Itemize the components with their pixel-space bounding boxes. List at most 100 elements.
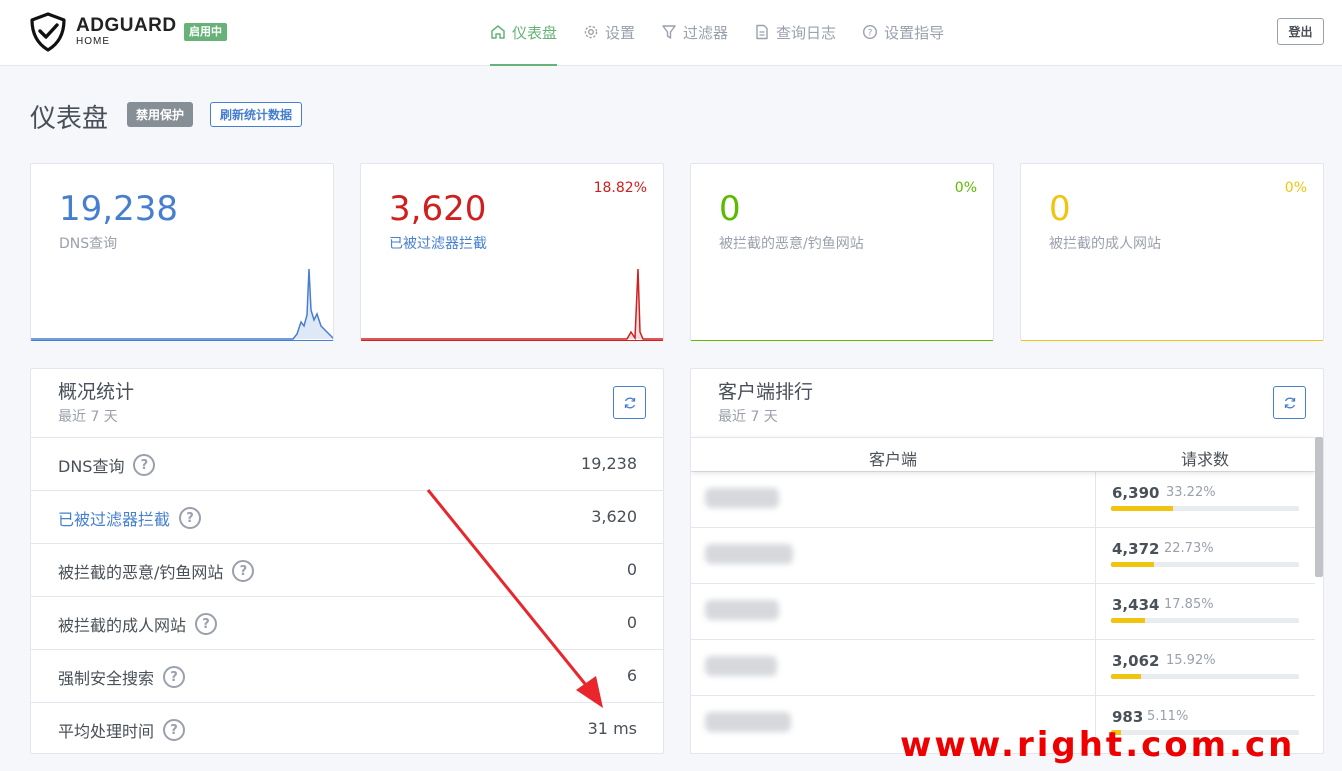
help-icon[interactable]: ? — [179, 507, 202, 529]
top-clients-panel: 客户端排行 最近 7 天 6,390 33.22% 4,372 22.73% 3… — [690, 368, 1324, 754]
client-name-redacted — [705, 600, 779, 620]
row-label-text: 强制安全搜索 — [58, 669, 155, 688]
overview-refresh-button[interactable] — [613, 386, 646, 419]
stat-label: 被拦截的恶意/钓鱼网站 — [719, 236, 864, 252]
nav-dashboard-label: 仪表盘 — [512, 23, 558, 42]
overview-row-dns-queries: DNS查询? 19,238 — [31, 437, 663, 490]
client-request-count: 3,062 — [1112, 652, 1160, 670]
row-value: 19,238 — [581, 454, 637, 473]
stat-card-adult-sites: 0 被拦截的成人网站 0% — [1020, 163, 1324, 341]
main-nav: 仪表盘 设置 过滤器 查询日志 ? 设置指导 — [490, 0, 970, 66]
dns-queries-sparkline — [31, 268, 333, 340]
row-label-text: 平均处理时间 — [58, 722, 155, 741]
nav-query-log-label: 查询日志 — [776, 23, 837, 42]
client-request-count: 4,372 — [1112, 540, 1160, 558]
stat-value: 19,238 — [59, 189, 178, 229]
client-share-bar — [1111, 618, 1299, 623]
column-header-requests: 请求数 — [1181, 450, 1230, 469]
client-row[interactable]: 3,434 17.85% — [691, 583, 1315, 639]
client-share-bar — [1111, 674, 1299, 679]
client-request-percent: 17.85% — [1164, 597, 1214, 612]
blocked-filters-sparkline — [361, 268, 663, 340]
brand-name: ADGUARD — [76, 15, 177, 36]
top-header: ADGUARD HOME 启用中 仪表盘 设置 过滤器 查询日志 ? 设置指导 … — [0, 0, 1342, 66]
gear-icon — [584, 25, 598, 39]
watermark: www.right.com.cn — [900, 725, 1296, 765]
logout-button[interactable]: 登出 — [1277, 18, 1324, 45]
client-name-redacted — [705, 488, 779, 508]
stat-label: 已被过滤器拦截 — [389, 236, 487, 252]
column-divider — [1095, 437, 1096, 753]
row-value: 3,620 — [591, 507, 637, 526]
help-icon[interactable]: ? — [163, 719, 186, 741]
stat-card-malware-phishing: 0 被拦截的恶意/钓鱼网站 0% — [690, 163, 994, 341]
row-value: 0 — [626, 613, 637, 632]
overview-row-safe-search: 强制安全搜索? 6 — [31, 649, 663, 702]
help-icon[interactable]: ? — [195, 613, 218, 635]
client-request-percent: 22.73% — [1164, 541, 1214, 556]
nav-dashboard[interactable]: 仪表盘 — [490, 0, 558, 66]
panel-title: 客户端排行 — [718, 381, 814, 403]
stat-value: 0 — [1049, 189, 1071, 229]
nav-filters[interactable]: 过滤器 — [661, 0, 728, 66]
overview-stats-panel: 概况统计 最近 7 天 DNS查询? 19,238 已被过滤器拦截? 3,620… — [30, 368, 664, 754]
filter-icon — [662, 25, 676, 39]
row-label-text[interactable]: 已被过滤器拦截 — [58, 506, 170, 530]
clients-refresh-button[interactable] — [1273, 386, 1306, 419]
document-icon — [756, 24, 768, 40]
refresh-stats-button[interactable]: 刷新统计数据 — [210, 102, 303, 127]
brand-sub: HOME — [76, 36, 110, 47]
row-label-text: 被拦截的成人网站 — [58, 616, 187, 635]
nav-setup-guide[interactable]: ? 设置指导 — [862, 0, 944, 66]
row-label-text: DNS查询 — [58, 457, 125, 476]
svg-text:?: ? — [868, 29, 873, 39]
row-value: 6 — [626, 666, 637, 685]
help-icon[interactable]: ? — [232, 560, 255, 582]
column-header-client: 客户端 — [869, 450, 918, 469]
stat-label: DNS查询 — [59, 236, 118, 252]
nav-settings-label: 设置 — [605, 23, 636, 42]
row-label: 平均处理时间? — [58, 718, 186, 742]
row-label: 被拦截的成人网站? — [58, 612, 218, 636]
row-value: 31 ms — [587, 719, 637, 738]
client-request-percent: 15.92% — [1166, 653, 1216, 668]
panel-subtitle: 最近 7 天 — [58, 409, 118, 425]
help-icon[interactable]: ? — [163, 666, 186, 688]
stat-card-blocked-filters: 3,620 已被过滤器拦截 18.82% — [360, 163, 664, 341]
client-share-bar — [1111, 562, 1299, 567]
stat-percent: 0% — [1284, 180, 1307, 196]
client-row[interactable]: 3,062 15.92% — [691, 639, 1315, 695]
overview-row-adult-sites: 被拦截的成人网站? 0 — [31, 596, 663, 649]
disable-protection-button[interactable]: 禁用保护 — [127, 102, 194, 127]
client-share-bar — [1111, 506, 1299, 511]
client-name-redacted — [705, 712, 791, 732]
nav-settings[interactable]: 设置 — [583, 0, 635, 66]
client-row[interactable]: 4,372 22.73% — [691, 527, 1315, 583]
help-icon: ? — [863, 24, 878, 40]
adguard-shield-logo — [30, 12, 66, 52]
clients-table-header: 客户端 请求数 — [691, 437, 1315, 471]
overview-row-blocked-filters: 已被过滤器拦截? 3,620 — [31, 490, 663, 543]
home-icon — [491, 25, 505, 39]
brand: ADGUARD HOME — [76, 15, 177, 47]
stat-percent: 18.82% — [593, 180, 647, 196]
row-label[interactable]: 已被过滤器拦截? — [58, 506, 202, 530]
client-row[interactable]: 6,390 33.22% — [691, 471, 1315, 527]
client-request-count: 6,390 — [1112, 484, 1160, 502]
client-name-redacted — [705, 544, 793, 564]
overview-row-malware-phishing: 被拦截的恶意/钓鱼网站? 0 — [31, 543, 663, 596]
stat-value: 3,620 — [389, 189, 487, 229]
overview-row-avg-processing-time: 平均处理时间? 31 ms — [31, 702, 663, 755]
panel-subtitle: 最近 7 天 — [718, 409, 778, 425]
nav-query-log[interactable]: 查询日志 — [754, 0, 836, 66]
client-request-percent: 33.22% — [1166, 485, 1216, 500]
clients-scrollbar[interactable] — [1315, 437, 1323, 577]
panel-title: 概况统计 — [58, 381, 135, 403]
row-value: 0 — [626, 560, 637, 579]
help-icon[interactable]: ? — [133, 454, 156, 476]
refresh-icon — [1284, 397, 1295, 408]
row-label: 强制安全搜索? — [58, 665, 186, 689]
nav-filters-label: 过滤器 — [683, 23, 729, 42]
stat-value: 0 — [719, 189, 741, 229]
stat-label: 被拦截的成人网站 — [1049, 236, 1161, 252]
